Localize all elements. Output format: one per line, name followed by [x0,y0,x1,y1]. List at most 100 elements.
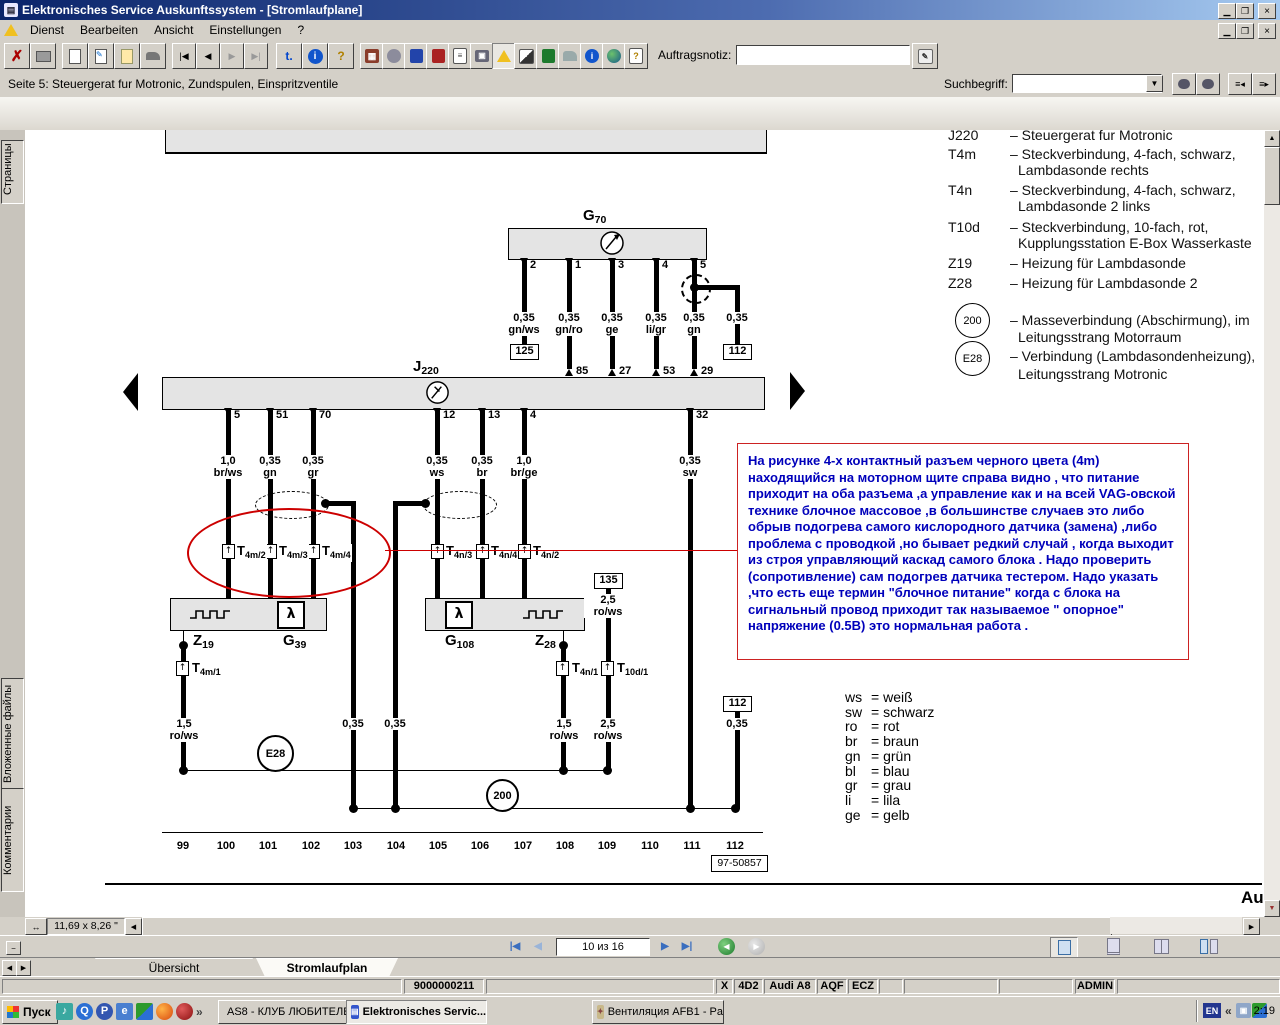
task-button-paint[interactable]: ✦ Вентиляция AFB1 - Paint [592,1000,724,1024]
quicklaunch-p-icon[interactable]: P [96,1003,113,1020]
exit-button[interactable]: ✗ [4,43,30,69]
continuous-layout-icon[interactable] [1100,937,1126,956]
start-button[interactable]: Пуск [2,1000,58,1024]
document-list-icon[interactable]: ≡ [448,43,472,69]
note-document-icon[interactable] [114,43,140,69]
suchbegriff-dropdown-icon[interactable]: ▼ [1146,75,1163,92]
sidebar-tab-pages[interactable]: Страницы [1,140,24,204]
vehicle-icon[interactable] [140,43,166,69]
search-up-icon[interactable] [1172,73,1196,95]
window-grid-icon[interactable]: ▦ [360,43,384,69]
tray-network-icon[interactable]: ▣ [1236,1003,1251,1018]
minimize-button[interactable]: ▁ [1218,3,1236,19]
auftragsnotiz-edit-icon[interactable]: ✎ [912,43,938,69]
status-doc-id: 9000000211 [404,979,484,994]
seite-info: Seite 5: Steuergerat fur Motronic, Zunds… [8,77,338,91]
scroll-right-icon[interactable]: ▶ [1243,918,1260,935]
info-icon[interactable]: i [302,43,328,69]
quicklaunch-firefox-icon[interactable] [156,1003,173,1020]
status-cell [904,979,998,994]
task-button-elsa-active[interactable]: ▤ Elektronisches Servic... [346,1000,487,1024]
sidebar-tab-comments[interactable]: Комментарии [1,788,24,892]
customer-icon[interactable] [382,43,406,69]
mdi-close-button[interactable]: × [1258,23,1276,39]
language-indicator[interactable]: EN [1203,1003,1221,1018]
menu-dienst[interactable]: Dienst [22,21,72,39]
facing-layout-icon[interactable] [1148,937,1174,956]
task-button-firefox[interactable]: AS8 - КЛУБ ЛЮБИТЕЛЕ... [218,1000,350,1024]
wiring-diagram-icon[interactable] [492,43,516,69]
edit-document-icon[interactable]: ✎ [88,43,114,69]
vertical-scrollbar[interactable]: ▲ ▼ [1264,130,1280,917]
tray-chevron[interactable]: « [1225,1004,1232,1018]
suchbegriff-combo[interactable] [1012,74,1162,93]
quicklaunch-grid-icon[interactable] [136,1003,153,1020]
mdi-restore-button[interactable]: ❐ [1236,23,1254,39]
pin-arrow [686,408,694,415]
quicklaunch-opera-icon[interactable] [176,1003,193,1020]
hscrollbar-thumb[interactable] [142,917,1112,936]
result-next-icon[interactable]: ≡▸ [1252,73,1276,95]
pin-number: 51 [276,410,288,421]
next-page-icon[interactable]: ▶ [655,938,675,955]
blue-book-icon[interactable] [404,43,428,69]
prev-page-button[interactable]: ◀ [196,43,220,69]
quicklaunch-q-icon[interactable]: Q [76,1003,93,1020]
doc-question-icon[interactable]: ? [624,43,648,69]
scrollbar-thumb[interactable] [1264,147,1280,205]
first-page-button[interactable]: |◀ [172,43,196,69]
last-page-icon[interactable]: ▶| [677,938,697,955]
contrast-icon[interactable] [514,43,538,69]
single-page-layout-icon[interactable] [1050,937,1078,958]
result-prev-icon[interactable]: ≡◂ [1228,73,1252,95]
connector-label-t4n4: T4n/4 [490,544,518,562]
restore-button[interactable]: ❐ [1236,3,1254,19]
next-view-icon[interactable]: ▶ [748,938,765,955]
new-document-icon[interactable] [62,43,88,69]
collapse-panel-icon[interactable]: − [6,941,21,955]
first-page-icon[interactable]: |◀ [505,938,525,955]
scroll-up-icon[interactable]: ▲ [1264,130,1280,147]
text-tool-icon[interactable]: t. [276,43,302,69]
car-parts-icon[interactable] [558,43,582,69]
help-key-icon[interactable]: ? [328,43,354,69]
tab-scroll-right-icon[interactable]: ▶ [16,960,31,976]
menu-help[interactable]: ? [289,21,312,39]
print-icon[interactable] [30,43,56,69]
menu-ansicht[interactable]: Ansicht [146,21,201,39]
quicklaunch-overflow-chevron[interactable]: » [196,1005,203,1019]
prev-diagram-arrow[interactable] [123,373,138,411]
splitter-button[interactable]: ↔ [25,918,47,935]
auftragsnotiz-input[interactable] [736,45,910,65]
mdi-minimize-button[interactable]: ▁ [1218,23,1236,39]
menu-einstellungen[interactable]: Einstellungen [201,21,289,39]
color-code-row: gr= grau [845,778,934,793]
quicklaunch-media-icon[interactable]: ♪ [56,1003,73,1020]
red-book-icon[interactable] [426,43,450,69]
legend-term: Z19 [948,256,972,271]
next-diagram-arrow[interactable] [790,372,805,410]
scroll-left-icon[interactable]: ◀ [125,918,142,935]
search-down-icon[interactable] [1196,73,1220,95]
sidebar-tab-attachments[interactable]: Вложенные файлы [1,678,24,792]
tab-stromlaufplan[interactable]: Stromlaufplan [256,958,398,977]
prev-page-icon[interactable]: ◀ [528,938,548,955]
globe-icon[interactable] [602,43,626,69]
hscrollbar-track[interactable] [1110,917,1242,934]
previous-view-icon[interactable]: ◀ [718,938,735,955]
two-up-layout-icon[interactable] [1196,937,1222,956]
ground-connection-200: 200 [486,779,519,812]
close-button[interactable]: × [1258,3,1276,19]
page-number-input[interactable]: 10 из 16 [556,938,650,956]
workstation-icon[interactable]: ▣ [470,43,494,69]
quicklaunch-browser-icon[interactable]: e [116,1003,133,1020]
last-page-button[interactable]: ▶| [244,43,268,69]
green-book-icon[interactable] [536,43,560,69]
legend-desc2: Lambdasonde rechts [1018,163,1149,178]
tab-uebersicht[interactable]: Übersicht [95,958,253,977]
scroll-down-icon[interactable]: ▼ [1264,900,1280,917]
car-info-icon[interactable]: i [580,43,604,69]
tab-scroll-left-icon[interactable]: ◀ [2,960,17,976]
next-page-button[interactable]: ▶ [220,43,244,69]
menu-bearbeiten[interactable]: Bearbeiten [72,21,146,39]
